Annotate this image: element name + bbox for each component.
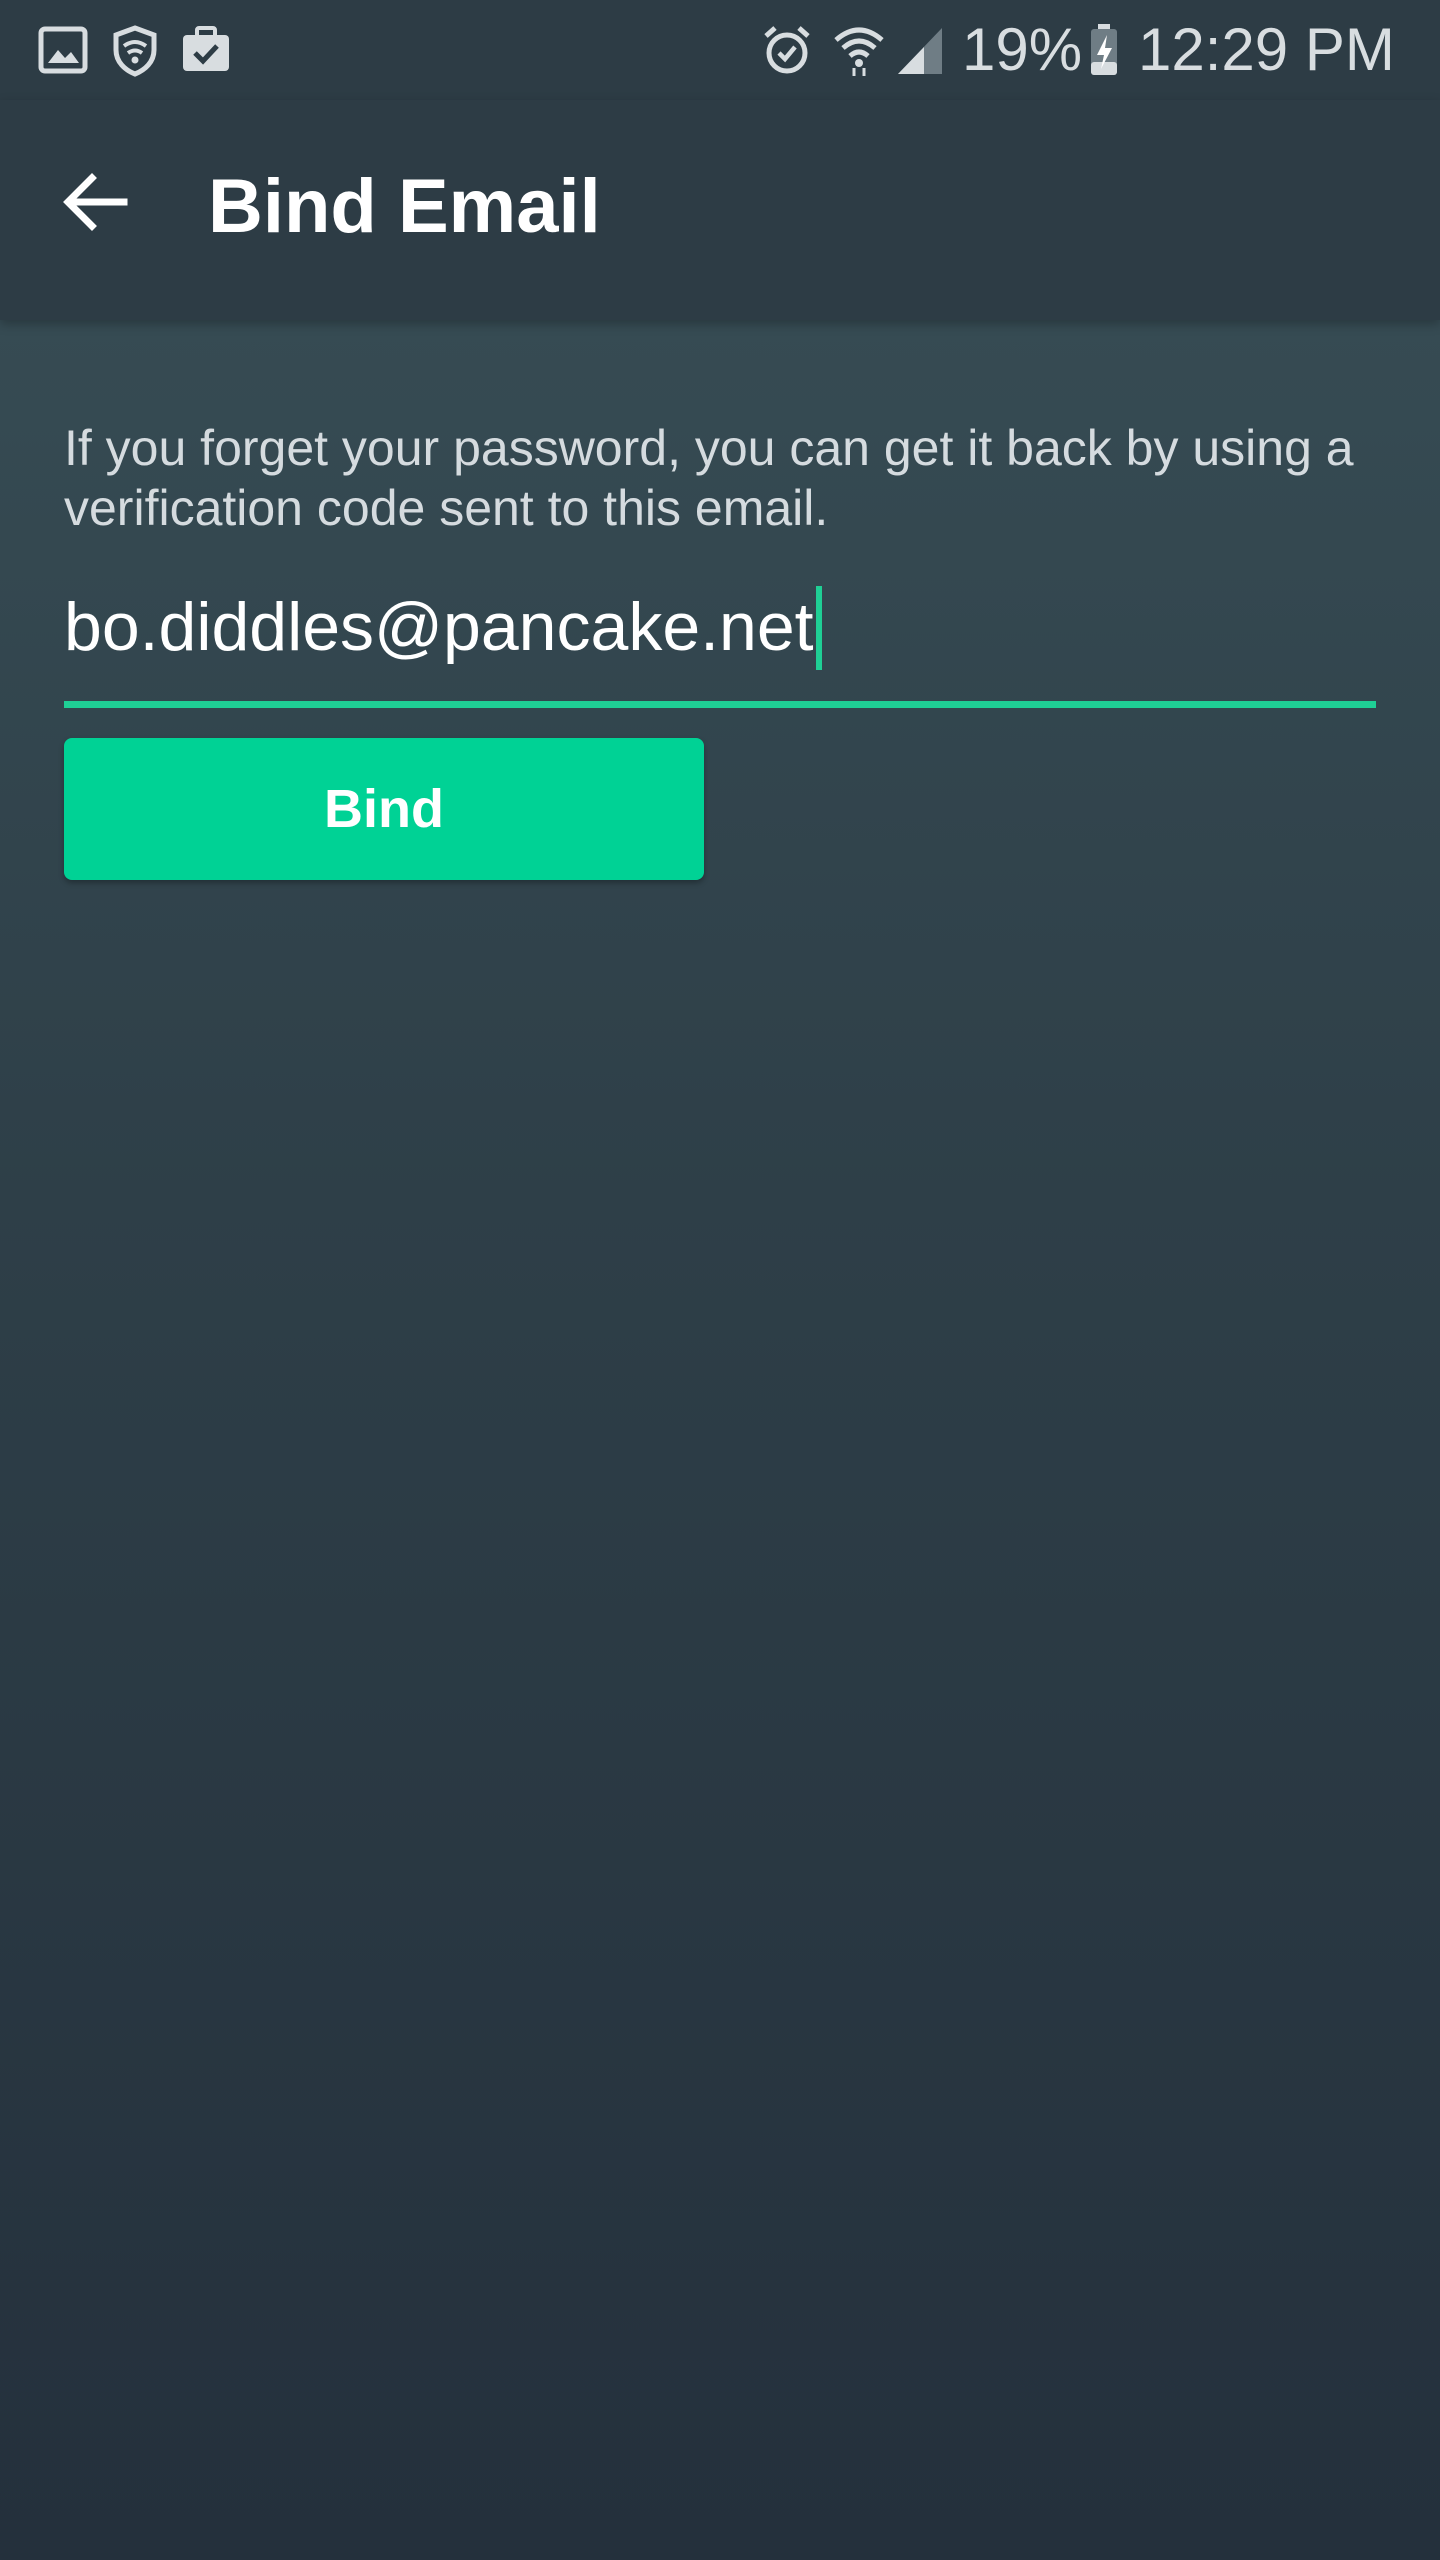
battery-charging-icon <box>1091 24 1117 75</box>
page-title: Bind Email <box>208 164 601 249</box>
bind-button-label: Bind <box>324 779 444 839</box>
bind-button[interactable]: Bind <box>64 738 704 880</box>
wifi-icon <box>834 27 884 76</box>
vpn-shield-icon <box>113 25 157 77</box>
status-bar: 19% 12:29 PM <box>0 0 1440 100</box>
back-button[interactable] <box>44 150 148 254</box>
work-briefcase-icon <box>183 26 229 71</box>
battery-percent: 19% <box>962 16 1083 83</box>
text-cursor <box>815 586 822 670</box>
clock-time: 12:29 PM <box>1138 16 1395 83</box>
cellular-signal-icon <box>898 28 942 74</box>
email-field[interactable]: bo.diddles@pancake.net <box>64 572 1376 708</box>
gallery-icon <box>38 26 88 74</box>
alarm-icon <box>764 26 810 74</box>
email-value-text: bo.diddles@pancake.net <box>64 589 814 665</box>
description-text: If you forget your password, you can get… <box>64 420 1354 536</box>
email-input[interactable]: bo.diddles@pancake.net <box>64 586 822 670</box>
arrow-left-icon <box>63 173 128 231</box>
